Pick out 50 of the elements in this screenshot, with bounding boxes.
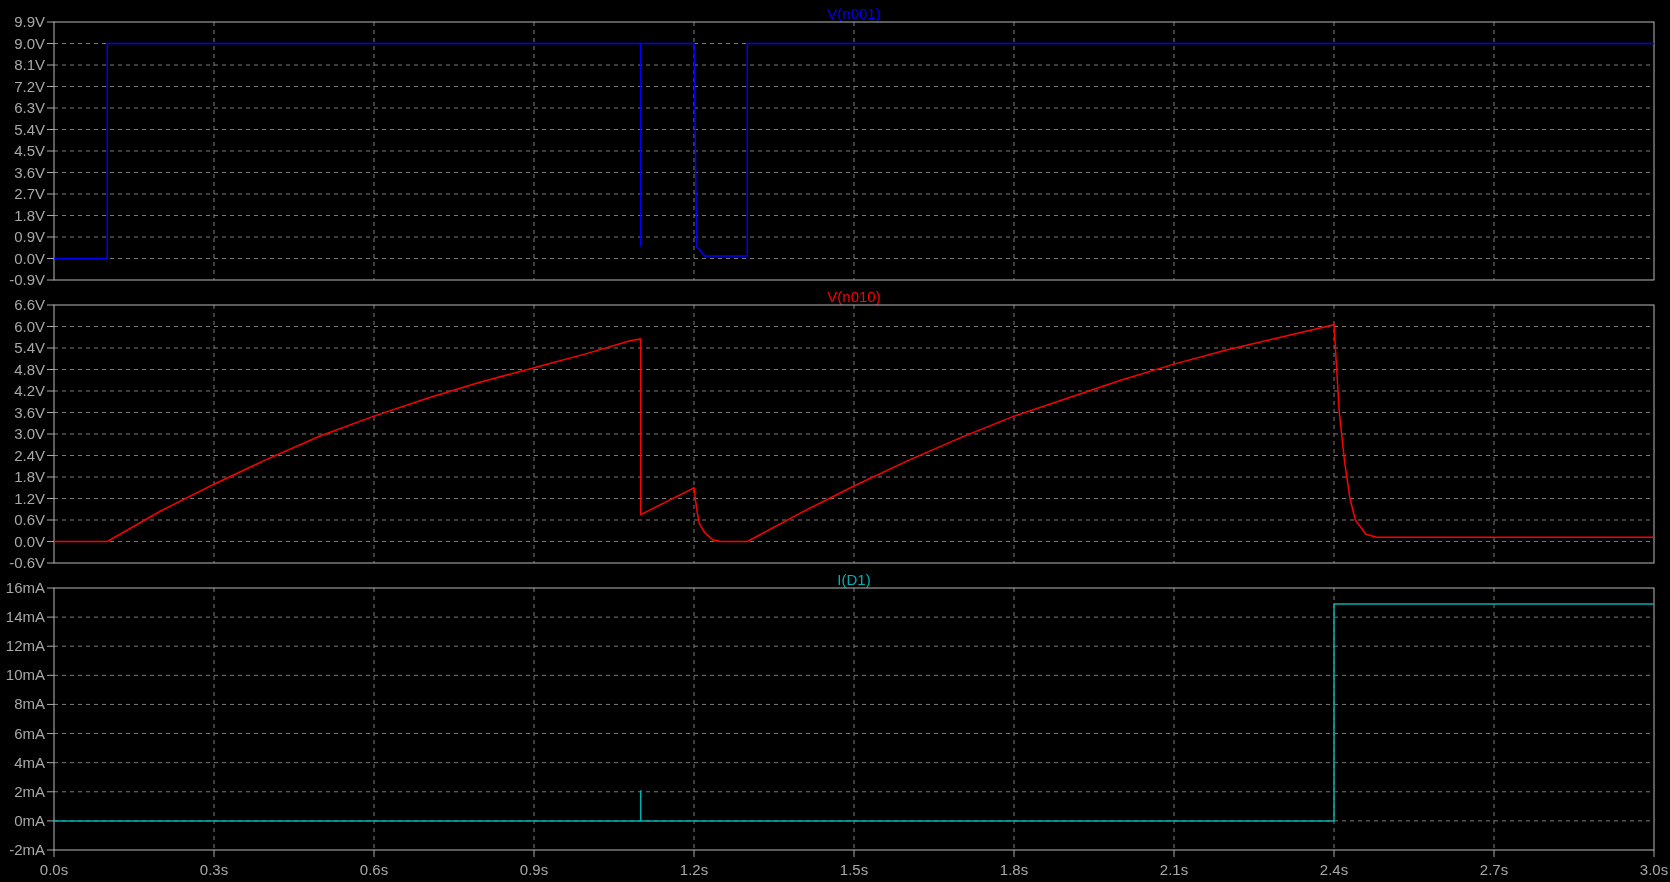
axis-tick-label: 1.8s (999, 861, 1029, 878)
axis-tick-label: 6.0V (14, 317, 45, 335)
axis-tick-label: 2.1s (1159, 861, 1189, 878)
axis-tick-label: 1.2s (679, 861, 709, 878)
axis-tick-label: 3.6V (14, 163, 45, 181)
axis-tick-label: 1.8V (14, 468, 45, 485)
axis-tick-label: 10mA (5, 666, 45, 684)
axis-tick-label: 16mA (5, 579, 45, 596)
axis-tick-label: 2.7V (14, 185, 45, 202)
axis-tick-label: 9.0V (14, 34, 45, 52)
axis-tick-label: 5.4V (14, 120, 45, 138)
trace-title: V(n001) (827, 5, 881, 22)
axis-tick-label: 2.4V (14, 446, 45, 464)
axis-tick-label: 1.8V (14, 206, 45, 224)
axis-tick-label: 0.6V (14, 511, 45, 528)
axis-tick-label: 3.0s (1639, 861, 1669, 878)
axis-tick-label: 14mA (5, 608, 45, 626)
axis-tick-label: 0.6s (359, 861, 389, 878)
axis-tick-label: 7.2V (14, 77, 45, 95)
trace-title: I(D1) (837, 571, 871, 588)
axis-tick-label: 2.4s (1319, 861, 1349, 878)
axis-tick-label: 0.3s (199, 861, 229, 878)
axis-tick-label: 4.5V (14, 142, 45, 159)
axis-tick-label: 6.6V (14, 296, 45, 313)
axis-tick-label: 6.3V (14, 99, 45, 116)
axis-tick-label: 1.2V (14, 489, 45, 507)
axis-tick-label: 12mA (5, 637, 45, 655)
axis-tick-label: 0.9s (519, 861, 549, 878)
axis-tick-label: -2mA (9, 841, 45, 858)
axis-tick-label: 9.9V (14, 13, 45, 30)
axis-tick-label: 8.1V (14, 56, 45, 73)
axis-tick-label: -0.9V (9, 271, 45, 288)
axis-tick-label: 6mA (14, 724, 45, 742)
axis-tick-label: 5.4V (14, 339, 45, 356)
axis-tick-label: 2.7s (1479, 861, 1509, 878)
axis-tick-label: 0.0V (14, 532, 45, 550)
axis-tick-label: 4.2V (14, 382, 45, 399)
axis-tick-label: 3.6V (14, 403, 45, 421)
axis-tick-label: 4mA (14, 753, 45, 771)
axis-tick-label: 0.0s (39, 861, 69, 878)
axis-tick-label: 0.0V (14, 249, 45, 267)
trace-title: V(n010) (827, 288, 881, 305)
axis-tick-label: 3.0V (14, 425, 45, 442)
axis-tick-label: 0.9V (14, 228, 45, 245)
axis-tick-label: -0.6V (9, 554, 45, 571)
axis-tick-label: 8mA (14, 695, 45, 713)
axis-tick-label: 0mA (14, 811, 45, 829)
axis-tick-label: 1.5s (839, 861, 869, 878)
axis-tick-label: 2mA (14, 782, 45, 800)
axis-tick-label: 4.8V (14, 360, 45, 378)
